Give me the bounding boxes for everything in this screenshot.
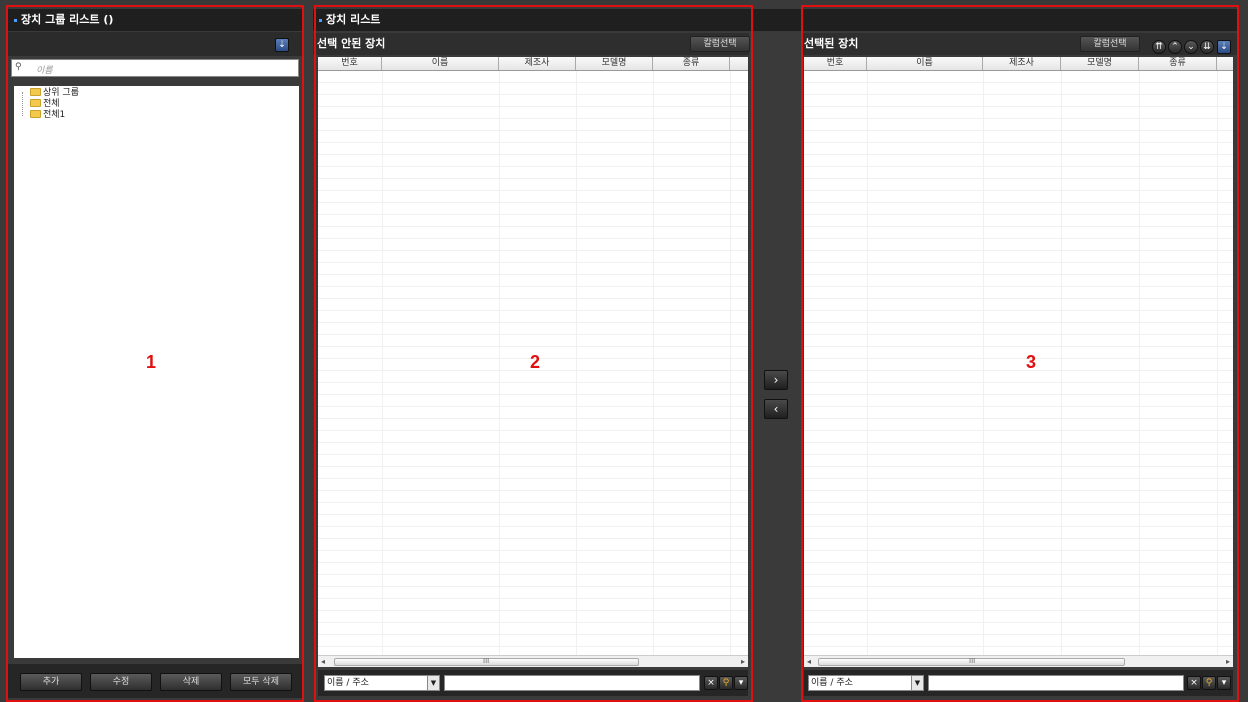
add-button[interactable]: 추가: [20, 673, 82, 691]
col-divider: [1139, 71, 1140, 655]
col-header-number[interactable]: 번호: [804, 57, 867, 70]
scroll-grip: III: [969, 657, 976, 665]
search-icon[interactable]: ⚲: [1202, 676, 1216, 690]
filter-icon[interactable]: ▾: [1217, 676, 1231, 690]
region-marker-2: 2: [530, 352, 541, 372]
export-icon[interactable]: ⇣: [1217, 40, 1231, 54]
bullet-icon: [14, 18, 17, 22]
selected-heading: 선택된 장치: [804, 37, 859, 50]
group-toolbar: [8, 32, 302, 56]
col-divider: [499, 71, 500, 655]
unselected-hscrollbar[interactable]: ◂ III ▸: [318, 655, 748, 667]
unselected-header: 선택 안된 장치: [313, 33, 749, 55]
scroll-right-icon[interactable]: ▸: [1226, 656, 1230, 667]
export-icon[interactable]: ⇣: [275, 38, 289, 52]
clear-icon[interactable]: ×: [704, 676, 718, 690]
edit-button[interactable]: 수정: [90, 673, 152, 691]
move-down-icon[interactable]: ⌄: [1184, 40, 1198, 54]
region-marker-1: 1: [146, 352, 157, 372]
tree-item-label: 상위 그룹: [43, 88, 79, 98]
group-list-title-bar: 장치 그룹 리스트 (): [8, 9, 302, 31]
col-header-model[interactable]: 모델명: [576, 57, 653, 70]
group-search-box[interactable]: ⚲ 이름: [11, 59, 299, 77]
tree-item-label: 전체: [43, 99, 60, 109]
folder-icon: [30, 110, 41, 118]
col-divider: [983, 71, 984, 655]
delete-all-button[interactable]: 모두 삭제: [230, 673, 292, 691]
tree-item-label: 전체1: [43, 110, 66, 120]
tree-item-parent-group[interactable]: 상위 그룹: [30, 88, 79, 98]
move-right-button[interactable]: ›: [764, 370, 788, 390]
column-select-button-unselected[interactable]: 칼럼선택: [690, 36, 750, 52]
selected-grid-body: [804, 71, 1233, 655]
col-header-number[interactable]: 번호: [318, 57, 382, 70]
col-divider: [1217, 71, 1218, 655]
col-header-name[interactable]: 이름: [382, 57, 499, 70]
bullet-icon: [319, 18, 322, 22]
col-header-model[interactable]: 모델명: [1061, 57, 1139, 70]
region-marker-3: 3: [1026, 352, 1037, 372]
col-header-type[interactable]: 종류: [1139, 57, 1217, 70]
selected-hscrollbar[interactable]: ◂ III ▸: [804, 655, 1233, 667]
col-divider: [867, 71, 868, 655]
group-list-title: 장치 그룹 리스트 (): [21, 13, 114, 26]
tree-connector: [22, 92, 23, 116]
device-list-title: 장치 리스트: [326, 13, 381, 26]
clear-icon[interactable]: ×: [1187, 676, 1201, 690]
filter-icon[interactable]: ▾: [734, 676, 748, 690]
scroll-grip: III: [483, 657, 490, 665]
selected-grid: 번호 이름 제조사 모델명 종류: [804, 57, 1233, 655]
col-header-name[interactable]: 이름: [867, 57, 983, 70]
search-type-value: 이름 / 주소: [811, 678, 853, 688]
col-header-manufacturer[interactable]: 제조사: [983, 57, 1061, 70]
col-header-type[interactable]: 종류: [653, 57, 730, 70]
scroll-right-icon[interactable]: ▸: [741, 656, 745, 667]
tree-item-all1[interactable]: 전체1: [30, 110, 65, 120]
group-tree: 상위 그룹 전체 전체1: [14, 86, 299, 658]
move-left-button[interactable]: ‹: [764, 399, 788, 419]
unselected-search-input[interactable]: [444, 675, 700, 691]
device-list-title-bar: 장치 리스트: [313, 9, 801, 31]
selected-grid-header: 번호 이름 제조사 모델명 종류: [804, 57, 1233, 71]
search-icon[interactable]: ⚲: [719, 676, 733, 690]
search-placeholder: 이름: [36, 66, 53, 76]
chevron-down-icon: ▼: [911, 676, 923, 690]
col-divider: [1061, 71, 1062, 655]
move-top-icon[interactable]: ⇈: [1152, 40, 1166, 54]
col-header-manufacturer[interactable]: 제조사: [499, 57, 576, 70]
folder-icon: [30, 88, 41, 96]
unselected-heading: 선택 안된 장치: [317, 37, 386, 50]
col-divider: [382, 71, 383, 655]
selected-search-input[interactable]: [928, 675, 1184, 691]
search-icon: ⚲: [15, 62, 22, 72]
folder-icon: [30, 99, 41, 107]
scroll-left-icon[interactable]: ◂: [321, 656, 325, 667]
col-divider: [653, 71, 654, 655]
unselected-search-type-select[interactable]: 이름 / 주소 ▼: [324, 675, 440, 691]
selected-title-bar: [801, 9, 1239, 31]
tree-item-all[interactable]: 전체: [30, 99, 60, 109]
selected-search-type-select[interactable]: 이름 / 주소 ▼: [808, 675, 924, 691]
search-type-value: 이름 / 주소: [327, 678, 369, 688]
col-divider: [576, 71, 577, 655]
scroll-left-icon[interactable]: ◂: [807, 656, 811, 667]
chevron-down-icon: ▼: [427, 676, 439, 690]
move-up-icon[interactable]: ⌃: [1168, 40, 1182, 54]
unselected-grid-header: 번호 이름 제조사 모델명 종류: [318, 57, 748, 71]
column-select-button-selected[interactable]: 칼럼선택: [1080, 36, 1140, 52]
col-divider: [730, 71, 731, 655]
move-bottom-icon[interactable]: ⇊: [1200, 40, 1214, 54]
delete-button[interactable]: 삭제: [160, 673, 222, 691]
